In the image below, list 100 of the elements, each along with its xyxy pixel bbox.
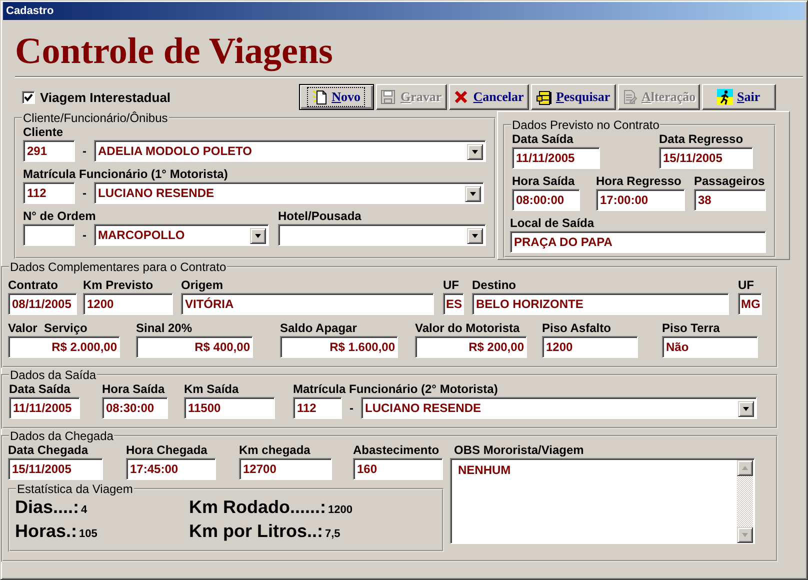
toolbar-button[interactable]: Sair: [702, 84, 776, 110]
dropdown-button[interactable]: [250, 228, 266, 244]
field-label: UF: [443, 278, 459, 292]
dropdown-button[interactable]: [738, 400, 754, 416]
field-label: Origem: [181, 278, 224, 292]
cabinet-icon: [536, 89, 552, 105]
text-field[interactable]: [23, 224, 75, 246]
toolbar-button[interactable]: Novo: [298, 84, 374, 110]
text-field[interactable]: 17:00:00: [596, 189, 685, 211]
field-label: Saldo Apagar: [280, 321, 357, 335]
field-label: Km Saída: [184, 382, 239, 396]
text-field[interactable]: 11500: [184, 397, 275, 419]
separator-text: -: [82, 144, 88, 158]
running-figure-icon: [716, 89, 733, 105]
dropdown-field[interactable]: MARCOPOLLO: [94, 224, 269, 246]
group-title: Dados da Saída: [9, 368, 98, 382]
document-icon: [621, 89, 638, 105]
field-label: Data Regresso: [659, 132, 744, 146]
field-label: Km Previsto: [83, 278, 154, 292]
field-label: Matrícula Funcionário (2° Motorista): [293, 382, 499, 396]
text-field[interactable]: 112: [23, 182, 75, 204]
vertical-scrollbar[interactable]: [737, 460, 753, 543]
group-title: Dados Previsto no Contrato: [511, 118, 660, 132]
stat-label: Km por Litros..:: [189, 520, 323, 542]
group-title: Dados da Chegada: [9, 429, 114, 443]
text-field[interactable]: MG: [738, 293, 762, 315]
stat-label: Dias....:: [15, 496, 80, 518]
field-label: Hora Saída: [512, 174, 575, 188]
field-label: Hora Saída: [102, 382, 165, 396]
group-title: Dados Complementares para o Contrato: [9, 260, 228, 274]
toolbar-button[interactable]: Pesquisar: [530, 84, 616, 110]
stat-value: 1200: [328, 504, 352, 516]
text-field[interactable]: Não: [662, 336, 758, 358]
separator-text: -: [82, 228, 88, 242]
text-field[interactable]: 11/11/2005: [9, 397, 80, 419]
field-label: N° de Ordem: [23, 209, 97, 223]
text-field[interactable]: 38: [694, 189, 766, 211]
field-label: Piso Terra: [662, 321, 720, 335]
dropdown-field[interactable]: ADELIA MODOLO POLETO: [94, 140, 486, 162]
text-field[interactable]: 08:00:00: [512, 189, 580, 211]
text-field[interactable]: 291: [23, 140, 75, 162]
text-field[interactable]: 08/11/2005: [8, 293, 77, 315]
field-label: Valor do Motorista: [415, 321, 520, 335]
text-field[interactable]: 15/11/2005: [659, 147, 753, 169]
field-label: UF: [738, 278, 754, 292]
document-icon: [312, 89, 328, 105]
stat-label: Horas.:: [15, 520, 78, 542]
text-field[interactable]: 160: [353, 458, 443, 480]
app-heading: Controle de Viagens: [15, 30, 333, 74]
field-label: Valor Serviço: [8, 321, 88, 335]
toolbar-button[interactable]: Cancelar: [448, 84, 529, 110]
field-label: Data Saída: [512, 132, 574, 146]
field-label: Data Saída: [9, 382, 70, 396]
dropdown-field[interactable]: LUCIANO RESENDE: [94, 182, 484, 204]
stat-value: 7,5: [325, 528, 340, 540]
text-field[interactable]: 15/11/2005: [8, 458, 103, 480]
text-field[interactable]: ES: [443, 293, 464, 315]
stat-label: Km Rodado......:: [189, 496, 326, 518]
field-label: Sinal 20%: [136, 321, 192, 335]
checkbox-label[interactable]: Viagem Interestadual: [40, 90, 171, 104]
field-label: OBS Mororista/Viagem: [454, 443, 584, 457]
text-field[interactable]: BELO HORIZONTE: [472, 293, 729, 315]
text-field[interactable]: 17:45:00: [126, 458, 216, 480]
text-field[interactable]: R$ 2.000,00: [8, 336, 120, 358]
dropdown-field[interactable]: [278, 224, 486, 246]
text-field[interactable]: 11/11/2005: [512, 147, 600, 169]
field-label: Contrato: [8, 278, 58, 292]
group-title: Estatística da Viagem: [16, 482, 134, 496]
field-label: Local de Saída: [510, 216, 594, 230]
text-field[interactable]: VITÓRIA: [181, 293, 434, 315]
x-icon: [453, 89, 470, 105]
text-field[interactable]: 08:30:00: [102, 397, 168, 419]
text-field[interactable]: R$ 1.600,00: [280, 336, 398, 358]
field-label: Hora Chegada: [126, 443, 208, 457]
text-field[interactable]: 112: [293, 397, 342, 419]
dropdown-field[interactable]: LUCIANO RESENDE: [361, 397, 757, 419]
field-label: Matrícula Funcionário (1° Motorista): [23, 167, 229, 181]
field-label: Hora Regresso: [596, 174, 682, 188]
field-label: Data Chegada: [8, 443, 88, 457]
stat-value: 105: [79, 528, 98, 540]
field-label: Cliente: [23, 125, 64, 139]
field-label: Km chegada: [239, 443, 310, 457]
field-label: Abastecimento: [353, 443, 440, 457]
group-title: Cliente/Funcionário/Ônibus: [22, 111, 169, 125]
stat-value: 4: [81, 504, 88, 516]
notes-field[interactable]: NENHUM: [450, 458, 755, 544]
text-field[interactable]: R$ 200,00: [415, 336, 527, 358]
field-label: Piso Asfalto: [542, 321, 611, 335]
checkbox[interactable]: [22, 90, 35, 104]
separator-text: -: [348, 401, 354, 415]
text-field[interactable]: 12700: [239, 458, 332, 480]
dropdown-button[interactable]: [467, 144, 483, 160]
text-field[interactable]: R$ 400,00: [136, 336, 253, 358]
text-field[interactable]: PRAÇA DO PAPA: [510, 231, 766, 253]
text-field[interactable]: 1200: [83, 293, 173, 315]
dropdown-button[interactable]: [465, 186, 481, 202]
field-label: Destino: [472, 278, 516, 292]
field-label: Hotel/Pousada: [278, 209, 362, 223]
text-field[interactable]: 1200: [542, 336, 638, 358]
dropdown-button[interactable]: [467, 228, 483, 244]
